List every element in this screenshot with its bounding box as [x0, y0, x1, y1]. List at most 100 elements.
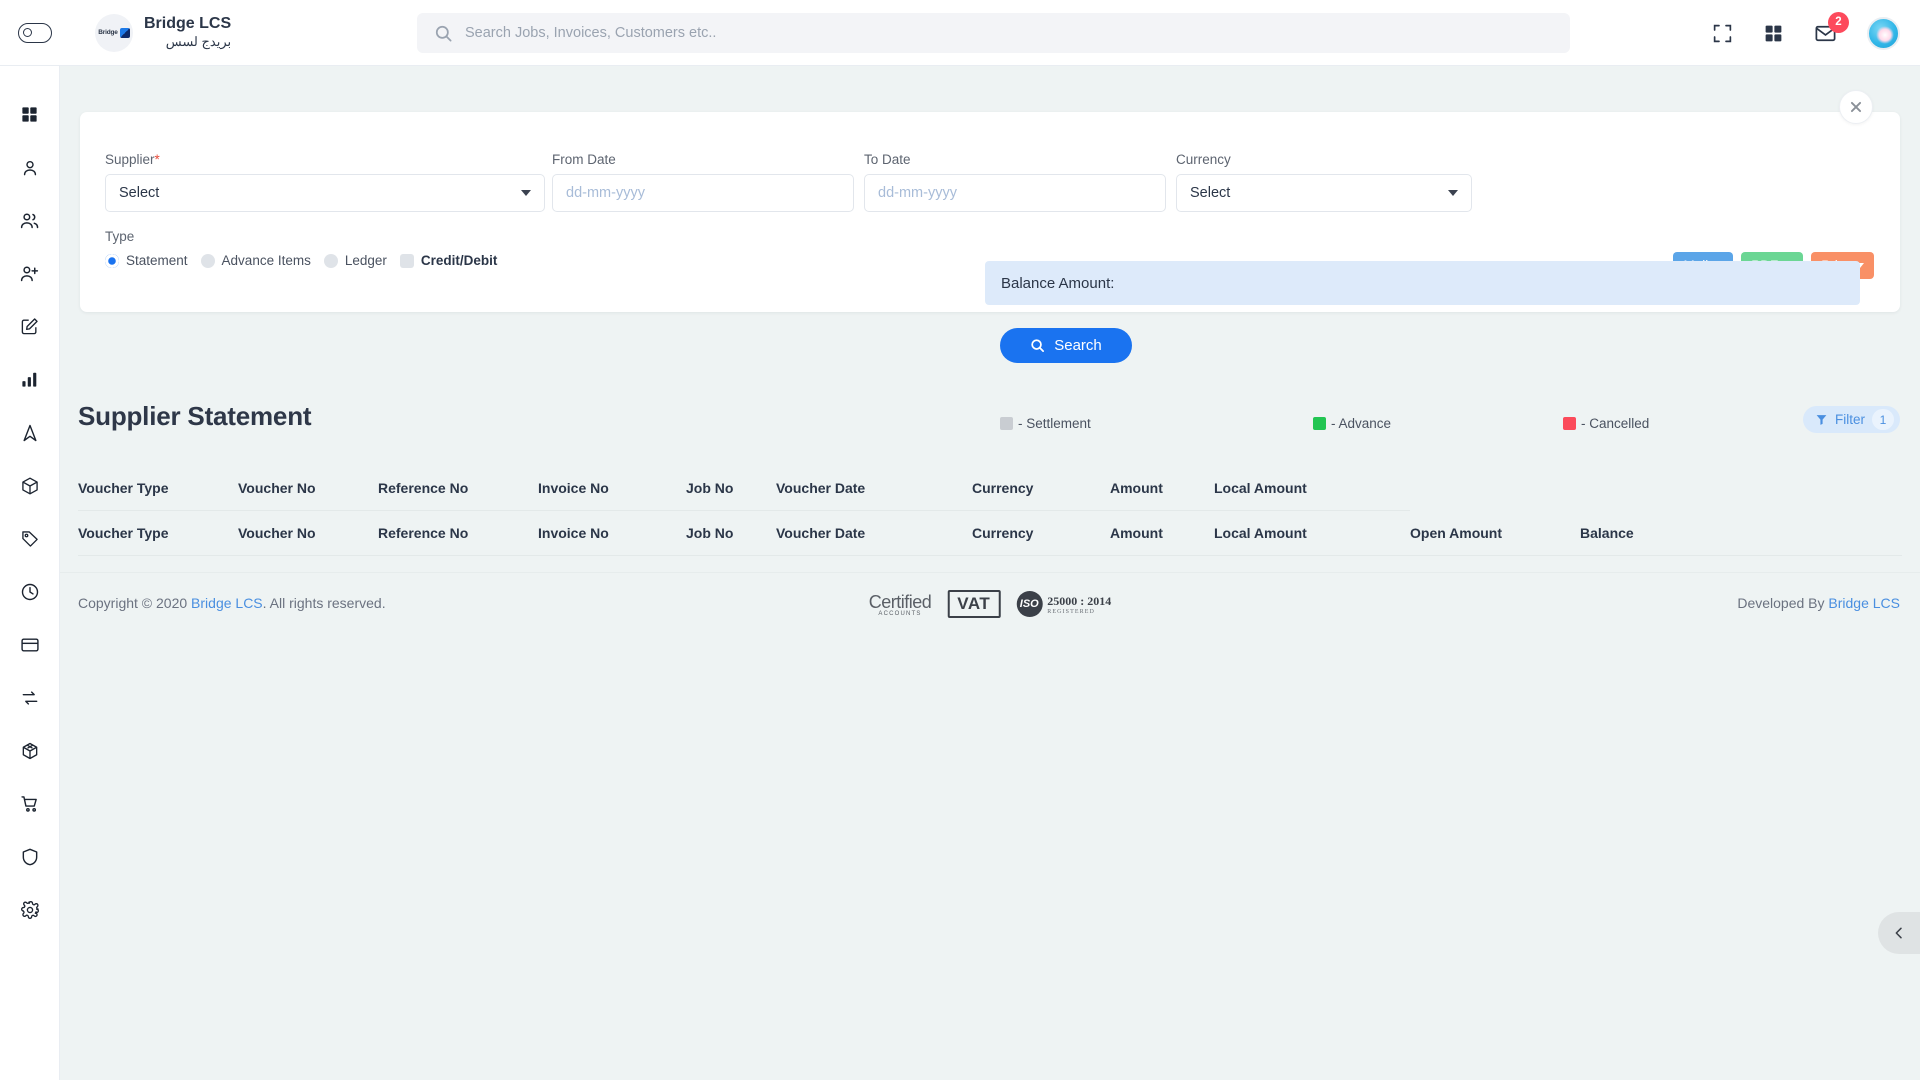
footer: Copyright © 2020 Bridge LCS. All rights … — [60, 572, 1920, 638]
copyright-text: Copyright © 2020 Bridge LCS. All rights … — [78, 595, 386, 611]
dashboard-grid-icon — [22, 107, 37, 122]
currency-field-group: Currency Select — [1176, 152, 1472, 212]
developed-by-link[interactable]: Bridge LCS — [1828, 595, 1900, 611]
page-title: Supplier Statement — [78, 401, 312, 431]
type-options: Statement Advance Items Ledger Credit/De… — [105, 253, 510, 268]
col2-voucher-date[interactable]: Voucher Date — [776, 510, 972, 556]
col2-voucher-type[interactable]: Voucher Type — [78, 510, 238, 556]
close-panel-button[interactable] — [1839, 90, 1873, 124]
col-voucher-date[interactable]: Voucher Date — [776, 466, 972, 511]
credit-card-icon — [20, 637, 39, 652]
required-asterisk: * — [154, 152, 160, 167]
col2-job-no[interactable]: Job No — [686, 510, 776, 556]
radio-ledger-icon[interactable] — [323, 253, 338, 268]
certification-logos: Certified ACCOUNTS VAT ISO 25000 : 2014 … — [869, 590, 1111, 618]
user-add-icon — [20, 266, 39, 282]
type-option-credit-debit[interactable]: Credit/Debit — [399, 253, 498, 268]
type-option-ledger[interactable]: Ledger — [323, 253, 387, 268]
from-date-input[interactable]: dd-mm-yyyy — [552, 174, 854, 212]
top-bar: Bridge Bridge LCS بريدج لسس Search Jobs,… — [0, 0, 1920, 66]
supplier-select[interactable]: Select — [105, 174, 545, 212]
tag-icon — [21, 530, 38, 547]
col-local-amount[interactable]: Local Amount — [1214, 466, 1410, 511]
sidebar-item-packages[interactable] — [0, 459, 60, 512]
sidebar-item-edit[interactable] — [0, 300, 60, 353]
edit-square-icon — [21, 318, 38, 335]
statement-table-wrapper: Voucher Type Voucher No Reference No Inv… — [78, 466, 1902, 556]
legend-settlement-swatch-icon — [1000, 417, 1013, 430]
certified-accounts-logo-icon: Certified ACCOUNTS — [869, 592, 932, 617]
global-search[interactable] — [417, 13, 1570, 53]
brand[interactable]: Bridge Bridge LCS بريدج لسس — [95, 13, 232, 52]
col2-local-amount[interactable]: Local Amount — [1214, 510, 1410, 556]
currency-select[interactable]: Select — [1176, 174, 1472, 212]
copyright-prefix: Copyright © 2020 — [78, 595, 192, 611]
from-date-label: From Date — [552, 152, 616, 167]
user-avatar-button[interactable] — [1867, 16, 1900, 50]
mail-notifications-button[interactable]: 2 — [1814, 11, 1849, 45]
type-option-ledger-label: Ledger — [344, 253, 387, 268]
chevron-down-icon — [1448, 190, 1458, 196]
type-label: Type — [105, 229, 135, 244]
type-option-advance-items[interactable]: Advance Items — [200, 253, 311, 268]
col-reference-no[interactable]: Reference No — [378, 466, 538, 511]
search-icon — [435, 25, 452, 41]
sidebar-item-transactions[interactable] — [0, 671, 60, 724]
radio-statement-icon[interactable] — [105, 253, 119, 268]
sidebar-item-user[interactable] — [0, 141, 60, 194]
search-button[interactable]: Search — [1000, 328, 1132, 363]
sidebar-item-add-user[interactable] — [0, 247, 60, 300]
navigation-arrow-icon — [22, 424, 37, 441]
col2-amount[interactable]: Amount — [1110, 510, 1214, 556]
sidebar-item-pricing[interactable] — [0, 512, 60, 565]
col2-currency[interactable]: Currency — [972, 510, 1110, 556]
clock-icon — [21, 583, 38, 600]
legend-cancelled: - Cancelled — [1563, 416, 1649, 431]
sidebar-item-payments[interactable] — [0, 618, 60, 671]
type-option-statement[interactable]: Statement — [105, 253, 188, 268]
brand-title: Bridge LCS — [144, 15, 232, 33]
shield-icon — [22, 848, 37, 865]
chevron-down-icon — [521, 190, 531, 196]
sidebar-item-users[interactable] — [0, 194, 60, 247]
sidebar-item-history[interactable] — [0, 565, 60, 618]
apps-button[interactable] — [1763, 23, 1784, 44]
filter-button[interactable]: Filter 1 — [1803, 406, 1900, 433]
logo-square-icon — [119, 27, 130, 38]
col-job-no[interactable]: Job No — [686, 466, 776, 511]
col2-open-amount[interactable]: Open Amount — [1410, 510, 1580, 556]
col-voucher-no[interactable]: Voucher No — [238, 466, 378, 511]
copyright-link[interactable]: Bridge LCS — [191, 595, 263, 611]
col2-reference-no[interactable]: Reference No — [378, 510, 538, 556]
fullscreen-button[interactable] — [1712, 23, 1733, 44]
shopping-cart-icon — [20, 795, 37, 812]
users-icon — [20, 213, 39, 229]
type-option-credit-debit-label: Credit/Debit — [420, 253, 498, 268]
col-amount[interactable]: Amount — [1110, 466, 1214, 511]
sidebar-item-reports[interactable] — [0, 353, 60, 406]
table-header-row-2: Voucher Type Voucher No Reference No Inv… — [78, 510, 1902, 556]
col2-invoice-no[interactable]: Invoice No — [538, 510, 686, 556]
sidebar-item-tracking[interactable] — [0, 406, 60, 459]
sidebar-item-dashboard[interactable] — [0, 88, 60, 141]
supplier-select-value: Select — [119, 185, 160, 201]
col-voucher-type[interactable]: Voucher Type — [78, 466, 238, 511]
supplier-field-group: Supplier* Select — [105, 152, 545, 212]
radio-advance-items-icon[interactable] — [200, 253, 215, 268]
col-currency[interactable]: Currency — [972, 466, 1110, 511]
sidebar-item-security[interactable] — [0, 830, 60, 883]
sidebar-toggle-icon[interactable] — [18, 22, 52, 43]
checkbox-credit-debit-icon[interactable] — [399, 253, 414, 268]
col-invoice-no[interactable]: Invoice No — [538, 466, 686, 511]
right-panel-collapse-button[interactable] — [1878, 912, 1920, 954]
search-input[interactable] — [465, 15, 1515, 51]
to-date-input[interactable]: dd-mm-yyyy — [864, 174, 1166, 212]
sidebar-item-inventory[interactable] — [0, 724, 60, 777]
supplier-statement-table: Voucher Type Voucher No Reference No Inv… — [78, 466, 1902, 556]
sidebar-item-purchases[interactable] — [0, 777, 60, 830]
col2-voucher-no[interactable]: Voucher No — [238, 510, 378, 556]
sidebar-item-settings[interactable] — [0, 883, 60, 936]
gear-icon — [20, 900, 39, 919]
legend-advance-label: - Advance — [1331, 416, 1392, 431]
col2-balance[interactable]: Balance — [1580, 510, 1902, 556]
